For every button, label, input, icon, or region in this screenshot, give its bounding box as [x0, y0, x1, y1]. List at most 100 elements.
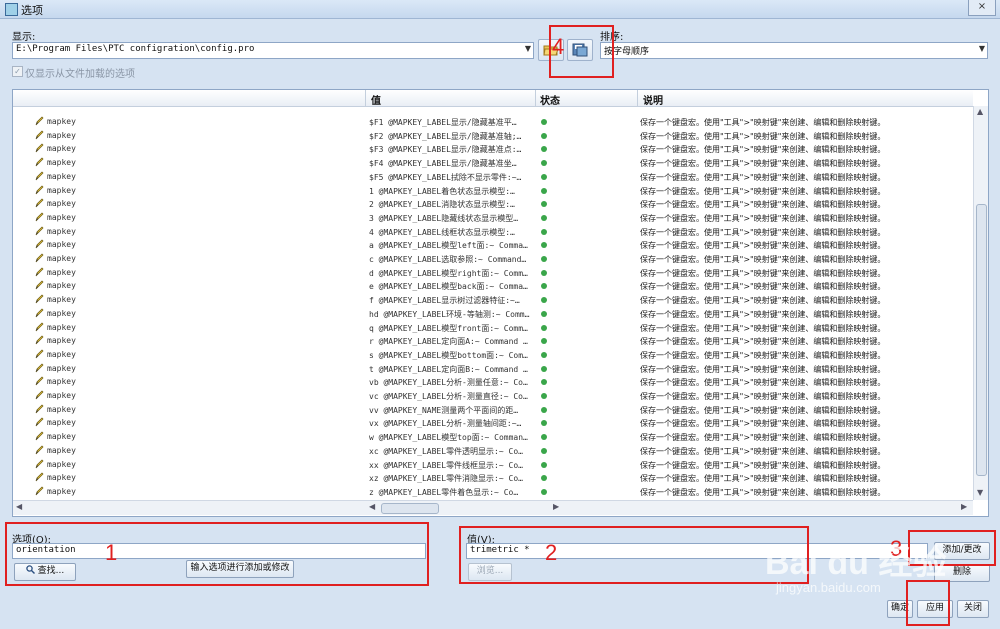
scroll-down-icon[interactable]: ▼	[977, 488, 983, 497]
column-header-value[interactable]: 值	[371, 92, 381, 107]
table-row[interactable]: mapkey e @MAPKEY_LABEL模型back面:~ Comma… 保存一…	[13, 279, 973, 293]
table-row[interactable]: mapkey $F2 @MAPKEY_LABEL显示/隐藏基准轴;… 保存一个键盘宏…	[13, 129, 973, 143]
column-divider[interactable]	[637, 90, 638, 106]
table-row[interactable]: mapkey 1 @MAPKEY_LABEL着色状态显示模型:… 保存一个键盘宏。使…	[13, 184, 973, 198]
table-row[interactable]: mapkey vb @MAPKEY_LABEL分析-测量任意:~ Co… 保存一个键…	[13, 375, 973, 389]
table-row[interactable]: mapkey vc @MAPKEY_LABEL分析-测量直径:~ Co… 保存一个键…	[13, 389, 973, 403]
pencil-icon	[35, 404, 44, 413]
only-loaded-checkbox[interactable]: ✓	[12, 66, 23, 77]
sort-combo[interactable]: 按字母顺序 ▼	[600, 42, 988, 59]
table-row[interactable]: mapkey s @MAPKEY_LABEL模型bottom面:~ Com… 保存一…	[13, 348, 973, 362]
table-row[interactable]: mapkey d @MAPKEY_LABEL模型right面:~ Comm… 保存一…	[13, 266, 973, 280]
display-path-combo[interactable]: E:\Program Files\PTC configration\config…	[12, 42, 534, 59]
window-close-button[interactable]: ×	[968, 0, 996, 16]
table-row[interactable]: mapkey a @MAPKEY_LABEL模型left面:~ Comma… 保存一…	[13, 238, 973, 252]
pencil-icon	[35, 253, 44, 263]
table-row[interactable]: mapkey $F3 @MAPKEY_LABEL显示/隐藏基准点:… 保存一个键盘宏…	[13, 142, 973, 156]
option-description-cell: 保存一个键盘宏。使用"工具">"映射键"来创建、编辑和删除映射键。	[640, 446, 886, 456]
option-value-cell: vx @MAPKEY_LABEL分析-测量轴间距:~…	[369, 419, 522, 429]
table-row[interactable]: mapkey xz @MAPKEY_LABEL零件消隐显示:~ Co… 保存一个键盘…	[13, 471, 973, 485]
scroll-right-icon[interactable]: ▶	[553, 502, 559, 511]
column-divider[interactable]	[535, 90, 536, 106]
pencil-icon	[35, 212, 44, 222]
chevron-down-icon[interactable]: ▼	[979, 44, 985, 53]
status-ok-icon	[541, 406, 547, 413]
status-ok-icon	[541, 310, 547, 317]
option-value-cell: $F5 @MAPKEY_LABEL拭除不显示零件:~…	[369, 172, 522, 182]
pencil-icon	[35, 459, 44, 468]
table-row[interactable]: mapkey $F4 @MAPKEY_LABEL显示/隐藏基准坐… 保存一个键盘宏。…	[13, 156, 973, 170]
scroll-up-icon[interactable]: ▲	[977, 107, 983, 116]
table-row[interactable]: mapkey 4 @MAPKEY_LABEL线框状态显示模型:… 保存一个键盘宏。使…	[13, 225, 973, 239]
table-row[interactable]: mapkey vv @MAPKEY_NAME测量两个平面间的距… 保存一个键盘宏。使…	[13, 403, 973, 417]
option-name-cell: mapkey	[47, 404, 76, 414]
status-ok-icon	[541, 160, 547, 167]
display-label: 显示:	[12, 32, 36, 43]
status-ok-icon	[541, 420, 547, 427]
option-description-cell: 保存一个键盘宏。使用"工具">"映射键"来创建、编辑和删除映射键。	[640, 419, 886, 429]
option-name-cell: mapkey	[47, 308, 76, 318]
option-name-cell: mapkey	[47, 473, 76, 483]
status-ok-icon	[541, 297, 547, 304]
options-app-icon	[5, 3, 18, 16]
option-name-cell: mapkey	[47, 432, 76, 442]
pencil-icon	[35, 185, 44, 194]
close-button[interactable]: 关闭	[957, 600, 989, 618]
pencil-icon	[35, 226, 44, 235]
table-row[interactable]: mapkey xc @MAPKEY_LABEL零件透明显示:~ Co… 保存一个键盘…	[13, 444, 973, 458]
status-ok-icon	[541, 434, 547, 441]
scroll-right-icon[interactable]: ▶	[961, 502, 967, 511]
option-description-cell: 保存一个键盘宏。使用"工具">"映射键"来创建、编辑和删除映射键。	[640, 255, 886, 264]
option-value-cell: 4 @MAPKEY_LABEL线框状态显示模型:…	[369, 227, 515, 237]
table-row[interactable]: mapkey 3 @MAPKEY_LABEL隐藏线状态显示模型… 保存一个键盘宏。使…	[13, 211, 973, 225]
vertical-scrollbar[interactable]: ▲ ▼	[973, 106, 988, 500]
option-value-cell: 3 @MAPKEY_LABEL隐藏线状态显示模型…	[369, 213, 519, 223]
table-row[interactable]: mapkey w @MAPKEY_LABEL模型top面:~ Comman… 保存一…	[13, 430, 973, 444]
column-header-description[interactable]: 说明	[643, 92, 663, 107]
option-value-cell: q @MAPKEY_LABEL模型front面:~ Comm…	[369, 323, 528, 333]
option-value-cell: xx @MAPKEY_LABEL零件线框显示:~ Co…	[369, 460, 523, 470]
option-name-cell: mapkey	[47, 158, 76, 168]
option-name-cell: mapkey	[47, 445, 76, 455]
table-row[interactable]: mapkey t @MAPKEY_LABEL定向面B:~ Command … 保存一…	[13, 362, 973, 376]
pencil-icon	[35, 363, 44, 372]
table-row[interactable]: mapkey r @MAPKEY_LABEL定向面A:~ Command … 保存一…	[13, 334, 973, 348]
column-header-status[interactable]: 状态	[540, 92, 560, 107]
horizontal-scrollbar[interactable]: ◀ ◀ ▶ ▶	[13, 500, 973, 515]
option-name-cell: mapkey	[47, 391, 76, 400]
status-ok-icon	[541, 461, 547, 468]
table-row[interactable]: mapkey $F5 @MAPKEY_LABEL拭除不显示零件:~… 保存一个键盘宏…	[13, 170, 973, 184]
option-value-cell: $F1 @MAPKEY_LABEL显示/隐藏基准平…	[369, 118, 517, 127]
pencil-icon	[35, 390, 44, 400]
column-divider[interactable]	[365, 90, 366, 106]
option-description-cell: 保存一个键盘宏。使用"工具">"映射键"来创建、编辑和删除映射键。	[640, 296, 886, 306]
option-description-cell: 保存一个键盘宏。使用"工具">"映射键"来创建、编辑和删除映射键。	[640, 392, 886, 401]
pencil-icon	[35, 486, 44, 496]
scroll-left-icon[interactable]: ◀	[369, 502, 375, 511]
table-row[interactable]: mapkey xx @MAPKEY_LABEL零件线框显示:~ Co… 保存一个键盘…	[13, 458, 973, 472]
pencil-icon	[35, 157, 44, 167]
vertical-scroll-thumb[interactable]	[976, 204, 987, 476]
table-row[interactable]: mapkey q @MAPKEY_LABEL模型front面:~ Comm… 保存一…	[13, 321, 973, 335]
horizontal-scroll-thumb[interactable]	[381, 503, 439, 514]
table-row[interactable]: mapkey hd @MAPKEY_LABEL环境-等轴测:~ Comm… 保存一个…	[13, 307, 973, 321]
display-path-text: E:\Program Files\PTC configration\config…	[16, 44, 255, 54]
scroll-left-icon[interactable]: ◀	[16, 502, 22, 511]
pencil-icon	[35, 308, 44, 318]
table-row[interactable]: mapkey f @MAPKEY_LABEL显示树过滤器特征:~… 保存一个键盘宏。…	[13, 293, 973, 307]
table-row[interactable]: mapkey z @MAPKEY_LABEL零件着色显示:~ Co… 保存一个键盘宏…	[13, 485, 973, 499]
option-name-cell: mapkey	[47, 363, 76, 373]
table-row[interactable]: mapkey vx @MAPKEY_LABEL分析-测量轴间距:~… 保存一个键盘宏…	[13, 416, 973, 430]
pencil-icon	[35, 239, 44, 249]
chevron-down-icon[interactable]: ▼	[525, 44, 531, 53]
table-row[interactable]: mapkey c @MAPKEY_LABEL选取参照:~ Command… 保存一个…	[13, 252, 973, 266]
option-name-cell: mapkey	[47, 171, 76, 181]
status-ok-icon	[541, 119, 547, 125]
pencil-icon	[35, 472, 44, 482]
status-ok-icon	[541, 228, 547, 235]
table-row[interactable]: mapkey $F1 @MAPKEY_LABEL显示/隐藏基准平… 保存一个键盘宏。…	[13, 115, 973, 129]
table-row[interactable]: mapkey 2 @MAPKEY_LABEL消隐状态显示模型:… 保存一个键盘宏。使…	[13, 197, 973, 211]
option-name-cell: mapkey	[47, 199, 76, 209]
pencil-icon	[35, 198, 44, 208]
option-description-cell: 保存一个键盘宏。使用"工具">"映射键"来创建、编辑和删除映射键。	[640, 309, 886, 319]
